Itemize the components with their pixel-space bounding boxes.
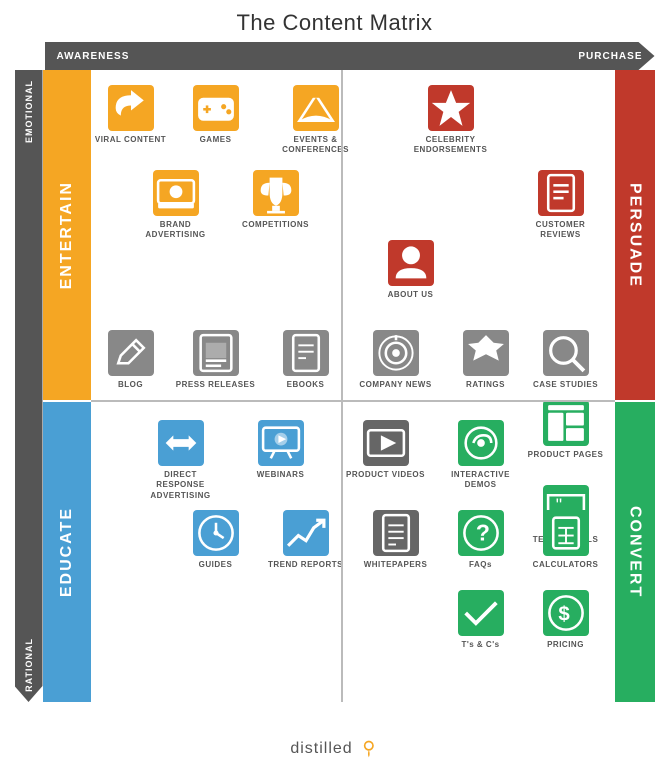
direct-response-label: DIRECT RESPONSE ADVERTISING <box>141 470 221 501</box>
whitepapers-label: WHITEPAPERS <box>364 560 428 570</box>
convert-label: CONVERT <box>615 402 655 702</box>
item-about-us: ABOUT US <box>371 240 451 300</box>
trend-reports-label: TREND REPORTS <box>268 560 343 570</box>
item-ts-cs: T's & C's <box>441 590 521 650</box>
item-calculators: CALCULATORS <box>526 510 606 570</box>
item-trend-reports: TREND REPORTS <box>266 510 346 570</box>
item-blog: BLOG <box>91 330 171 390</box>
item-games: GAMES <box>176 85 256 145</box>
educate-label: EDUCATE <box>43 402 91 702</box>
item-pricing: $ PRICING <box>526 590 606 650</box>
purchase-label: PURCHASE <box>578 51 642 62</box>
persuade-label: PERSUADE <box>615 70 655 400</box>
emotional-label: EMOTIONAL <box>24 80 34 143</box>
competitions-icon <box>253 170 299 216</box>
item-webinars: WEBINARS <box>241 420 321 480</box>
product-videos-icon <box>363 420 409 466</box>
item-events-conferences: EVENTS & CONFERENCES <box>276 85 356 156</box>
brand-advertising-label: BRAND ADVERTISING <box>136 220 216 241</box>
item-press-releases: PRESS RELEASES <box>176 330 256 390</box>
item-guides: GUIDES <box>176 510 256 570</box>
item-faqs: ? FAQs <box>441 510 521 570</box>
webinars-icon <box>258 420 304 466</box>
item-viral-content: VIRAL CONTENT <box>91 85 171 145</box>
interactive-demos-label: INTERACTIVE DEMOS <box>441 470 521 491</box>
item-company-news: COMPANY NEWS <box>356 330 436 390</box>
item-ebooks: EBOOKS <box>266 330 346 390</box>
whitepapers-icon <box>373 510 419 556</box>
customer-reviews-label: CUSTOMER REVIEWS <box>521 220 601 241</box>
page-title: The Content Matrix <box>236 10 432 36</box>
faqs-label: FAQs <box>469 560 492 570</box>
guides-label: GUIDES <box>199 560 233 570</box>
calculators-icon <box>543 510 589 556</box>
item-whitepapers: WHITEPAPERS <box>356 510 436 570</box>
footer-text: distilled <box>290 740 352 758</box>
item-case-studies: CASE STUDIES <box>526 330 606 390</box>
page: The Content Matrix AWARENESS PURCHASE EM… <box>0 0 669 763</box>
guides-icon <box>193 510 239 556</box>
product-pages-icon <box>543 400 589 446</box>
pricing-label: PRICING <box>547 640 584 650</box>
interactive-demos-icon <box>458 420 504 466</box>
item-brand-advertising: BRAND ADVERTISING <box>136 170 216 241</box>
case-studies-icon <box>543 330 589 376</box>
company-news-icon <box>373 330 419 376</box>
item-celebrity-endorsements: CELEBRITY ENDORSEMENTS <box>411 85 491 156</box>
item-product-pages: PRODUCT PAGES <box>526 400 606 460</box>
celebrity-endorsements-label: CELEBRITY ENDORSEMENTS <box>411 135 491 156</box>
calculators-label: CALCULATORS <box>533 560 599 570</box>
svg-text:$: $ <box>558 603 570 626</box>
awareness-label: AWARENESS <box>57 51 130 62</box>
games-icon <box>193 85 239 131</box>
item-product-videos: PRODUCT VIDEOS <box>346 420 426 480</box>
pricing-icon: $ <box>543 590 589 636</box>
games-label: GAMES <box>200 135 232 145</box>
footer: distilled <box>290 739 378 759</box>
blog-icon <box>108 330 154 376</box>
ts-cs-icon <box>458 590 504 636</box>
item-customer-reviews: CUSTOMER REVIEWS <box>521 170 601 241</box>
viral-content-icon <box>108 85 154 131</box>
company-news-label: COMPANY NEWS <box>359 380 431 390</box>
ratings-label: RATINGS <box>466 380 505 390</box>
product-videos-label: PRODUCT VIDEOS <box>346 470 425 480</box>
item-interactive-demos: INTERACTIVE DEMOS <box>441 420 521 491</box>
faqs-icon: ? <box>458 510 504 556</box>
item-direct-response: DIRECT RESPONSE ADVERTISING <box>141 420 221 501</box>
item-competitions: COMPETITIONS <box>236 170 316 230</box>
about-us-label: ABOUT US <box>388 290 434 300</box>
item-ratings: RATINGS <box>446 330 526 390</box>
celebrity-endorsements-icon <box>428 85 474 131</box>
direct-response-icon <box>158 420 204 466</box>
case-studies-label: CASE STUDIES <box>533 380 598 390</box>
horizontal-divider <box>91 400 615 402</box>
matrix-container: AWARENESS PURCHASE EMOTIONAL RATIONAL EN… <box>15 42 655 732</box>
distilled-logo-icon <box>359 739 379 759</box>
trend-reports-icon <box>283 510 329 556</box>
ebooks-label: EBOOKS <box>287 380 325 390</box>
competitions-label: COMPETITIONS <box>242 220 309 230</box>
about-us-icon <box>388 240 434 286</box>
vertical-axis: EMOTIONAL RATIONAL <box>15 70 43 702</box>
brand-advertising-icon <box>153 170 199 216</box>
webinars-label: WEBINARS <box>257 470 305 480</box>
events-conferences-icon <box>293 85 339 131</box>
customer-reviews-icon <box>538 170 584 216</box>
svg-text:?: ? <box>475 520 489 546</box>
rational-label: RATIONAL <box>24 638 34 692</box>
vertical-divider <box>341 70 343 702</box>
viral-content-label: VIRAL CONTENT <box>95 135 166 145</box>
press-releases-icon <box>193 330 239 376</box>
horizontal-axis: AWARENESS PURCHASE <box>45 42 655 70</box>
product-pages-label: PRODUCT PAGES <box>528 450 604 460</box>
press-releases-label: PRESS RELEASES <box>176 380 255 390</box>
blog-label: BLOG <box>118 380 143 390</box>
ebooks-icon <box>283 330 329 376</box>
ts-cs-label: T's & C's <box>461 640 499 650</box>
ratings-icon <box>463 330 509 376</box>
content-items: VIRAL CONTENT GAMES EVENTS & CONFERENCES CE… <box>91 70 615 702</box>
entertain-label: ENTERTAIN <box>43 70 91 400</box>
events-conferences-label: EVENTS & CONFERENCES <box>276 135 356 156</box>
